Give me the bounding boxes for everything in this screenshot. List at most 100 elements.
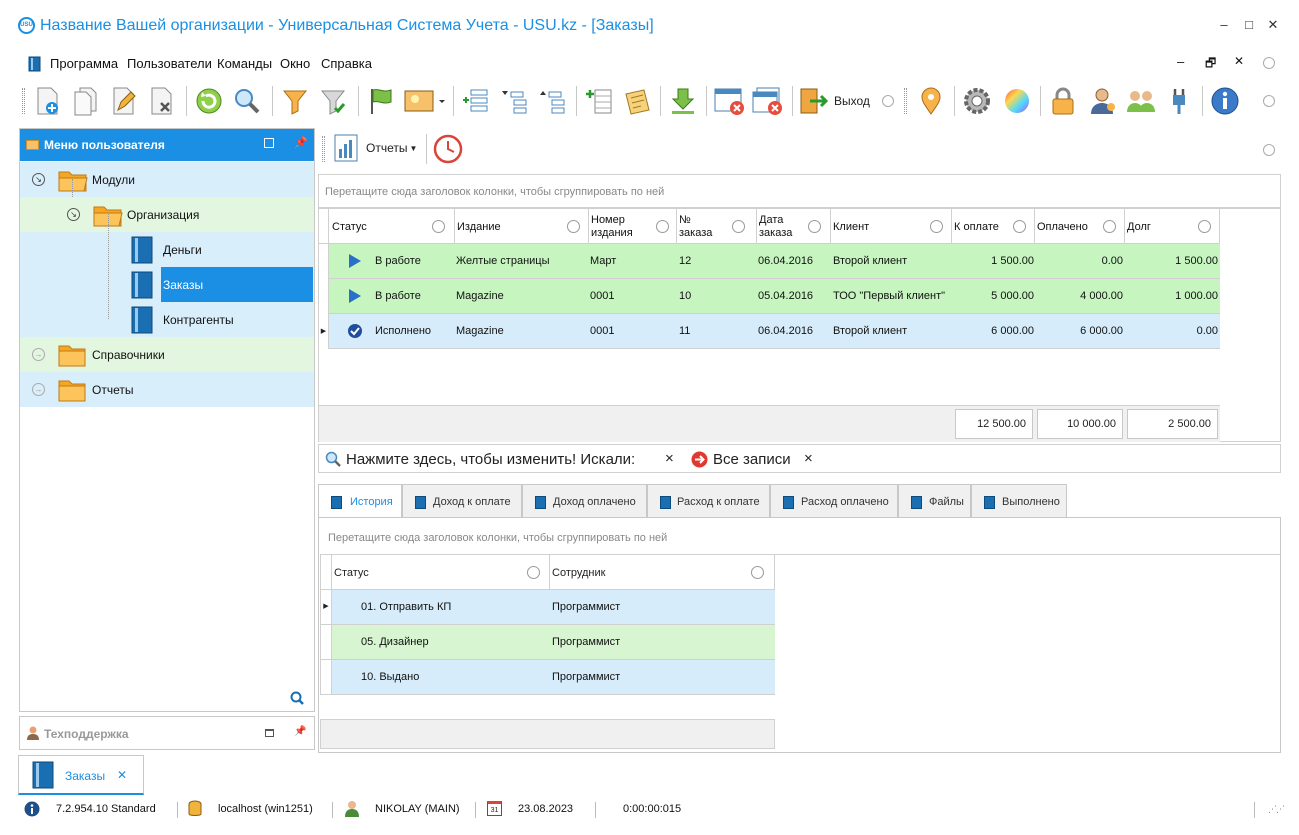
users-icon[interactable] [1124,84,1158,118]
clock-icon[interactable] [432,133,464,165]
add-record-icon[interactable] [30,84,64,118]
tree-item-organization[interactable]: ↘ Организация [20,197,314,232]
column-header-status[interactable]: Статус [332,555,550,590]
tree-item-orders[interactable]: Заказы [20,267,314,302]
document-tab-orders[interactable]: Заказы ✕ [18,755,144,795]
menu-item-users[interactable]: Пользователи [127,56,212,71]
table-row[interactable]: ▶ Исполнено Magazine 0001 11 06.04.2016 … [319,314,1220,349]
filter-icon[interactable] [751,566,764,579]
pin-icon[interactable]: 📌 [294,136,308,149]
mdi-restore-button[interactable]: 🗗 [1205,54,1216,75]
all-records-label[interactable]: Все записи [713,451,791,468]
table-row[interactable]: 10. Выдано Программист [320,660,775,695]
collapse-down-icon[interactable] [496,84,530,118]
close-window-icon[interactable] [712,84,746,118]
expand-all-icon[interactable] [458,84,492,118]
column-header-paid[interactable]: Оплачено [1035,209,1125,244]
maximize-button[interactable]: □ [1240,16,1258,34]
tree-item-modules[interactable]: ↘ Модули [20,162,314,197]
document-tab-close-button[interactable]: ✕ [117,768,127,782]
filter-icon[interactable] [527,566,540,579]
clear-filter-button[interactable]: × [804,450,813,467]
filter-icon[interactable] [278,84,312,118]
table-row[interactable]: ▶ 01. Отправить КП Программист [320,590,775,625]
color-wheel-icon[interactable] [1000,84,1034,118]
gear-icon[interactable] [960,84,994,118]
close-button[interactable]: ✕ [1264,16,1282,34]
column-header-client[interactable]: Клиент [831,209,952,244]
collapse-icon[interactable]: ↘ [67,208,80,221]
tab-expense-to-pay[interactable]: Расход к оплате [647,484,770,518]
column-header-debt[interactable]: Долг [1125,209,1220,244]
toolbar-grip[interactable] [22,88,25,114]
filter-icon[interactable] [1013,220,1026,233]
expand-icon[interactable]: → [32,383,45,396]
reports-dropdown-button[interactable]: Отчеты ▼ [332,132,424,164]
chevron-circle-icon[interactable] [1263,95,1275,107]
clear-search-button[interactable]: × [665,450,674,467]
table-row[interactable]: В работе Magazine 0001 10 05.04.2016 ТОО… [319,279,1220,314]
menu-item-window[interactable]: Окно [280,56,310,71]
download-icon[interactable] [666,84,700,118]
toolbar-grip[interactable] [904,88,907,114]
flag-icon[interactable] [364,84,398,118]
tab-files[interactable]: Файлы [898,484,971,518]
tab-history[interactable]: История [318,484,402,519]
tree-item-directories[interactable]: → Справочники [20,337,314,372]
chevron-circle-icon[interactable] [882,95,894,107]
notes-icon[interactable] [620,84,654,118]
lock-icon[interactable] [1046,84,1080,118]
pin-icon[interactable]: 📌 [294,726,306,737]
minimize-panel-icon[interactable] [265,729,274,737]
float-panel-icon[interactable] [264,138,274,148]
menu-item-program[interactable]: Программа [50,56,118,71]
group-by-area[interactable]: Перетащите сюда заголовок колонки, чтобы… [318,174,1281,208]
tab-expense-paid[interactable]: Расход оплачено [770,484,898,518]
plugin-icon[interactable] [1162,84,1196,118]
menu-item-commands[interactable]: Команды [217,56,272,71]
tree-item-money[interactable]: Деньги [20,232,314,267]
user-key-icon[interactable] [1086,84,1120,118]
tab-income-to-pay[interactable]: Доход к оплате [402,484,522,518]
edit-record-icon[interactable] [106,84,140,118]
chevron-circle-icon[interactable] [1263,144,1275,156]
column-header-to-pay[interactable]: К оплате [952,209,1035,244]
filter-apply-icon[interactable] [316,84,350,118]
mdi-close-button[interactable]: ✕ [1234,54,1244,68]
filter-icon[interactable] [567,220,580,233]
resize-grip-icon[interactable]: ⋰⋰ [1268,804,1285,815]
collapse-up-icon[interactable] [534,84,568,118]
filter-icon[interactable] [1103,220,1116,233]
filter-bar[interactable]: Нажмите здесь, чтобы изменить! Искали: ×… [318,444,1281,473]
filter-icon[interactable] [732,220,745,233]
column-header-order-date[interactable]: Дата заказа [757,209,831,244]
filter-icon[interactable] [1198,220,1211,233]
tree-item-reports[interactable]: → Отчеты [20,372,314,407]
group-by-area[interactable]: Перетащите сюда заголовок колонки, чтобы… [320,519,1280,555]
column-header-edition[interactable]: Издание [455,209,589,244]
collapse-icon[interactable]: ↘ [32,173,45,186]
chevron-circle-icon[interactable] [1263,57,1275,69]
location-pin-icon[interactable] [914,84,948,118]
delete-record-icon[interactable] [144,84,178,118]
search-icon[interactable] [230,84,264,118]
close-all-windows-icon[interactable] [750,84,784,118]
info-icon[interactable] [1208,84,1242,118]
tab-income-paid[interactable]: Доход оплачено [522,484,647,518]
filter-icon[interactable] [930,220,943,233]
column-header-edition-number[interactable]: Номер издания [589,209,677,244]
filter-hint[interactable]: Нажмите здесь, чтобы изменить! Искали: [346,451,635,468]
search-icon[interactable] [290,691,304,705]
expand-icon[interactable]: → [32,348,45,361]
add-column-icon[interactable] [582,84,616,118]
exit-button[interactable]: Выход [798,84,876,118]
tree-item-contractors[interactable]: Контрагенты [20,302,314,337]
filter-icon[interactable] [432,220,445,233]
copy-record-icon[interactable] [68,84,102,118]
column-header-employee[interactable]: Сотрудник [550,555,775,590]
menu-item-help[interactable]: Справка [321,56,372,71]
image-dropdown-icon[interactable] [402,84,448,118]
column-header-order-number[interactable]: № заказа [677,209,757,244]
mdi-minimize-button[interactable]: – [1177,54,1184,69]
toolbar-grip[interactable] [322,136,325,162]
